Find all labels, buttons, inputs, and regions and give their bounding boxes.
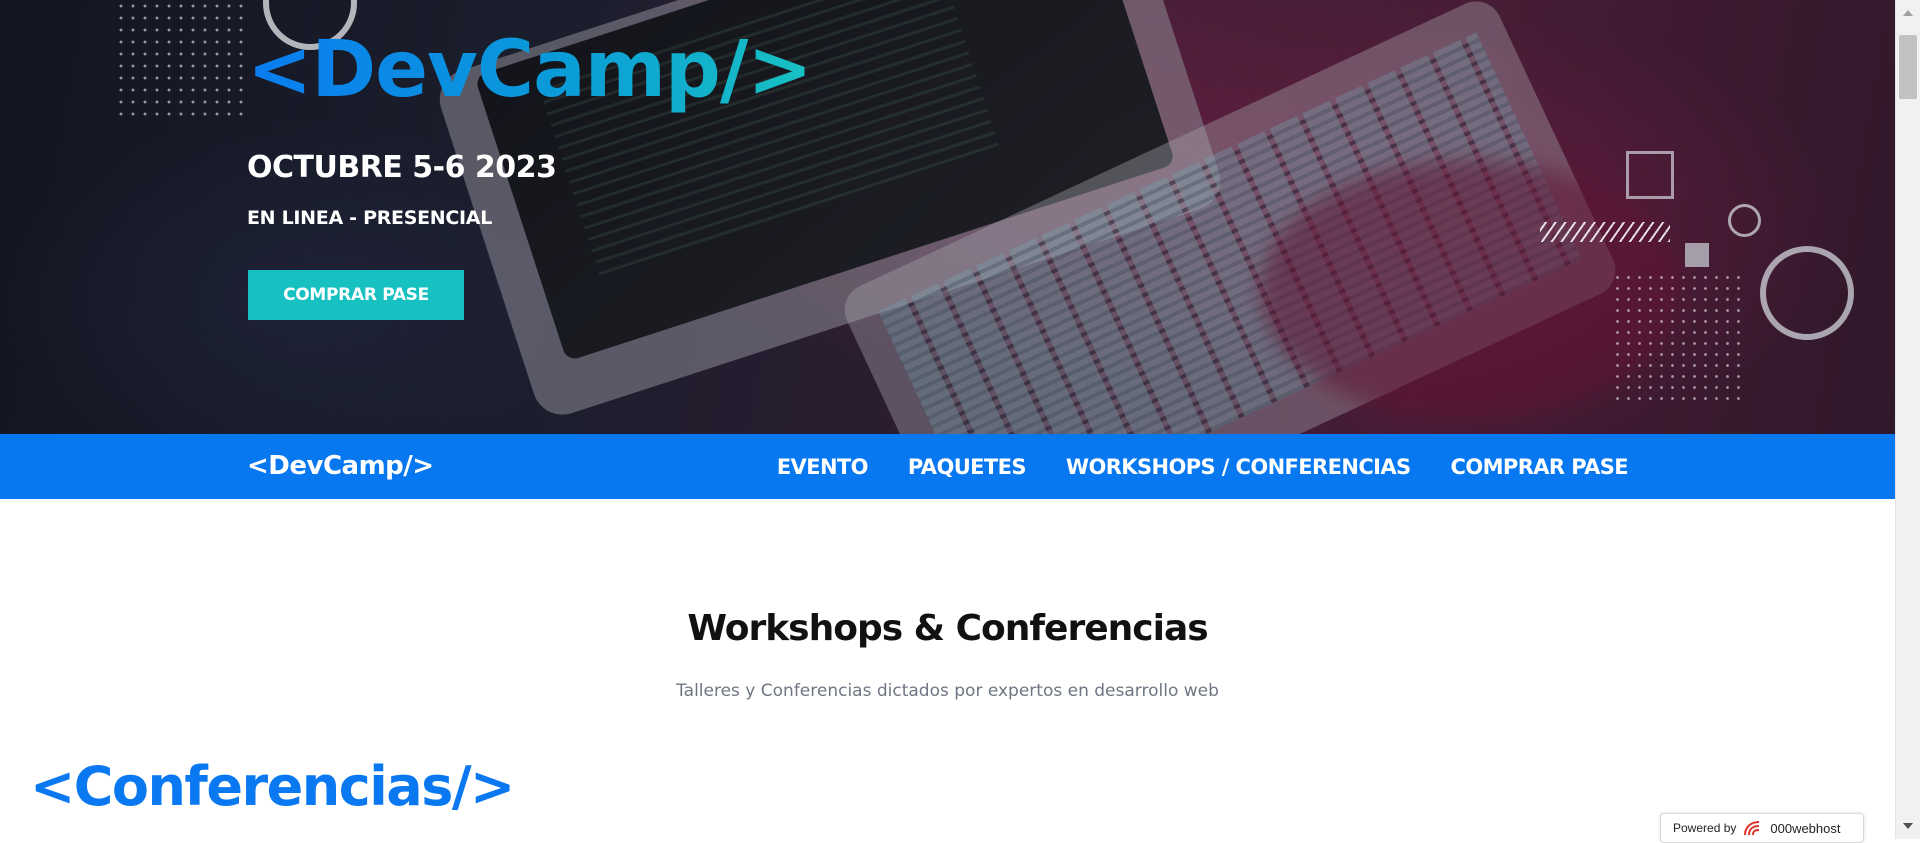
scroll-thumb[interactable] [1899,35,1917,99]
powered-by-brand: 000webhost [1770,820,1841,836]
hero-logo: <DevCamp/> [247,22,813,118]
event-mode: EN LINEA - PRESENCIAL [247,207,492,229]
buy-pass-button[interactable]: COMPRAR PASE [248,270,464,320]
section-title: Workshops & Conferencias [687,608,1208,649]
decorative-stripes [1540,222,1670,242]
nav-link-workshops[interactable]: WORKSHOPS / CONFERENCIAS [1066,455,1411,479]
nav-link-paquetes[interactable]: PAQUETES [908,455,1027,479]
nav-link-comprar-pase[interactable]: COMPRAR PASE [1451,455,1629,479]
main-navigation: <DevCamp/> EVENTO PAQUETES WORKSHOPS / C… [0,434,1895,499]
decorative-dot-grid-left [115,0,245,122]
section-subtitle: Talleres y Conferencias dictados por exp… [676,681,1219,701]
scroll-down-arrow-icon[interactable] [1903,823,1913,829]
decorative-circle-large [1760,246,1854,340]
page-scrollbar[interactable] [1895,0,1920,839]
nav-links: EVENTO PAQUETES WORKSHOPS / CONFERENCIAS… [777,434,1629,499]
decorative-dot-grid-right [1612,272,1742,402]
decorative-circle-small [1728,204,1761,237]
event-date: OCTUBRE 5-6 2023 [247,150,557,185]
decorative-square-filled [1685,243,1709,267]
hero-banner: <DevCamp/> OCTUBRE 5-6 2023 EN LINEA - P… [0,0,1895,434]
nav-logo[interactable]: <DevCamp/> [247,448,434,484]
conferences-heading: <Conferencias/> [30,755,515,818]
000webhost-logo-icon [1744,821,1760,836]
powered-by-label: Powered by [1673,821,1737,835]
decorative-square-outline [1626,151,1674,199]
scroll-up-arrow-icon[interactable] [1903,10,1913,16]
nav-link-evento[interactable]: EVENTO [777,455,869,479]
